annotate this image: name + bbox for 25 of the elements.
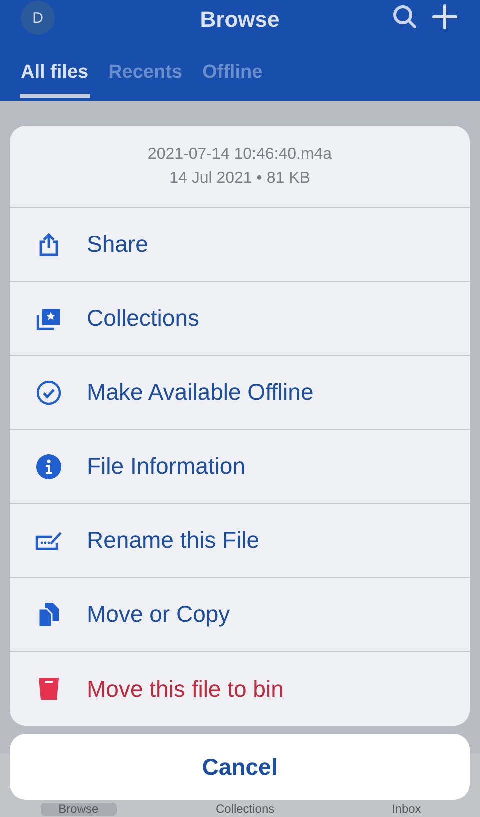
menu-item[interactable]: Share	[10, 208, 470, 282]
menu-item[interactable]: Rename this File	[10, 504, 470, 578]
rename-icon	[35, 530, 63, 550]
share-icon	[38, 232, 60, 256]
tab-bar-item[interactable]: Inbox	[374, 803, 440, 816]
tab-bar-item[interactable]: Browse	[40, 803, 117, 816]
menu-item[interactable]: Move or Copy	[10, 578, 470, 652]
menu-item[interactable]: Make Available Offline	[10, 356, 470, 430]
tab-bar-item[interactable]: Collections	[198, 803, 293, 816]
add-icon[interactable]	[432, 4, 458, 30]
menu-item[interactable]: File Information	[10, 430, 470, 504]
file-name: 2021-07-14 10:46:40.m4a	[148, 146, 332, 164]
checkmark-circle-icon	[36, 380, 62, 406]
info-icon	[36, 454, 62, 480]
collections-icon	[36, 306, 62, 330]
screen-title: Browse	[200, 7, 280, 33]
search-icon[interactable]	[392, 4, 418, 30]
tab[interactable]: All files	[20, 58, 90, 98]
documents-icon	[37, 602, 61, 628]
cancel-button[interactable]: Cancel	[10, 734, 470, 800]
menu-item[interactable]: Collections	[10, 282, 470, 356]
trash-icon	[38, 676, 60, 702]
avatar[interactable]: D	[21, 1, 55, 35]
file-details: 14 Jul 2021 • 81 KB	[170, 170, 310, 188]
menu-item[interactable]: Move this file to bin	[10, 652, 470, 726]
